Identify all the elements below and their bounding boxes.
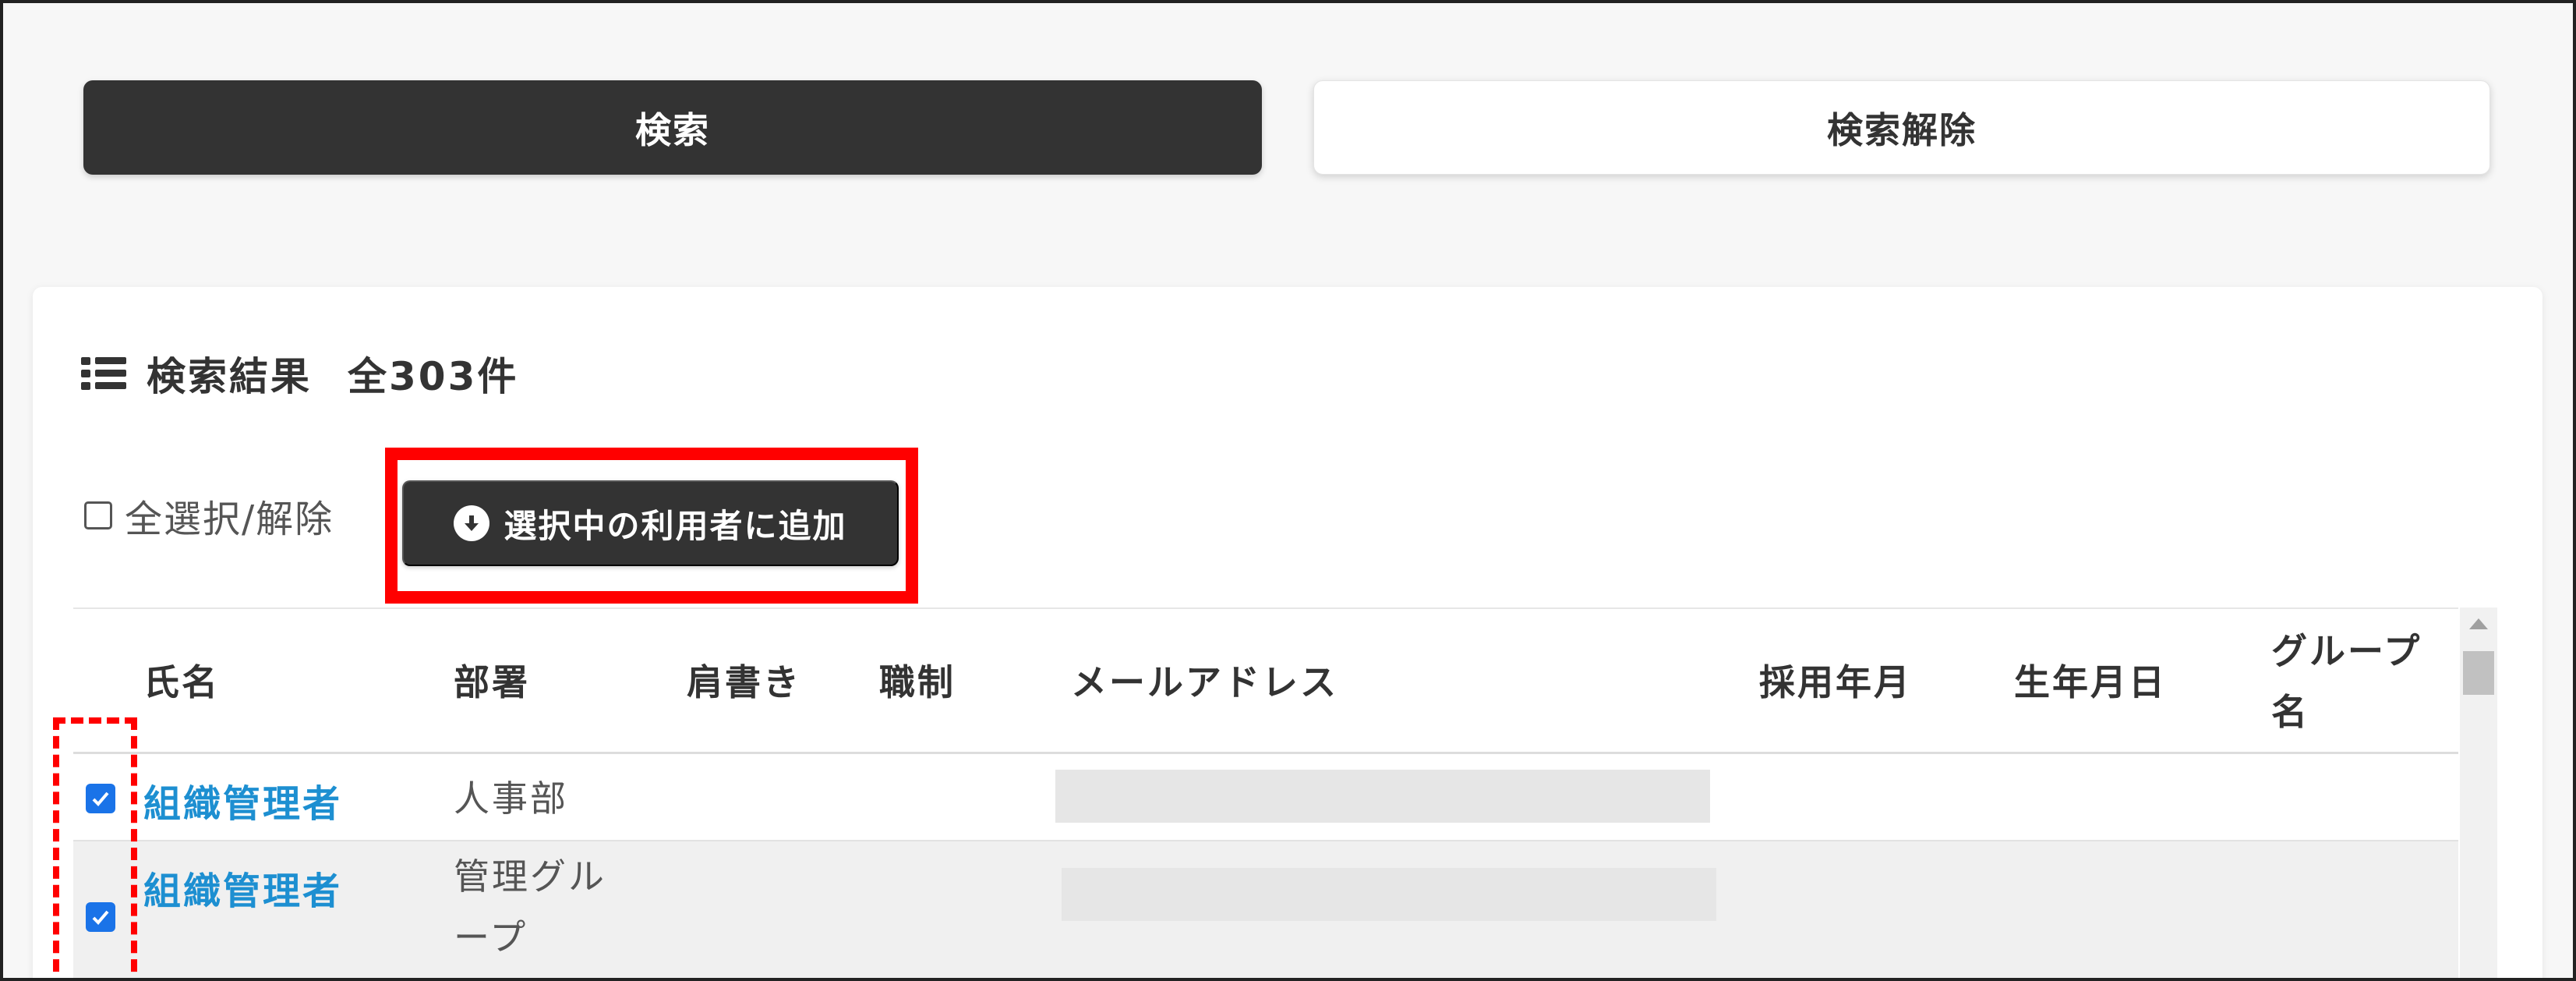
department-line2: ープ (454, 916, 528, 958)
email-redacted (1062, 868, 1716, 921)
select-all-toggle[interactable]: 全選択/解除 (84, 490, 334, 541)
search-button[interactable]: 検索 (83, 80, 1262, 175)
results-title: 検索結果 (147, 354, 312, 399)
department-line1: 管理グル (454, 855, 606, 898)
header-hire-date[interactable]: 採用年月 (1759, 652, 1912, 713)
header-group-line2: 名 (2271, 691, 2309, 733)
header-birth-date[interactable]: 生年月日 (2014, 652, 2167, 713)
table-header: 氏名 部署 肩書き 職制 メールアドレス 採用年月 生年月日 グループ 名 (73, 607, 2458, 754)
select-all-label: 全選択/解除 (125, 498, 334, 541)
list-icon (81, 356, 126, 391)
header-position[interactable]: 職制 (879, 652, 956, 713)
highlight-dashed-box (53, 717, 137, 978)
email-redacted (1055, 770, 1710, 823)
scroll-up-arrow-icon[interactable] (2469, 618, 2488, 629)
header-name[interactable]: 氏名 (143, 652, 220, 713)
department-cell: 管理グル ープ (454, 846, 606, 968)
clear-search-button[interactable]: 検索解除 (1313, 80, 2490, 175)
header-department[interactable]: 部署 (454, 652, 530, 713)
vertical-scrollbar[interactable] (2460, 607, 2497, 978)
user-name-link[interactable]: 組織管理者 (143, 773, 342, 827)
results-count: 全303件 (348, 354, 519, 399)
table-row[interactable]: 組織管理者 人事部 (73, 754, 2458, 841)
results-header: 検索結果 全303件 (81, 342, 518, 405)
header-email[interactable]: メールアドレス (1071, 652, 1338, 713)
app-frame: 検索 検索解除 検索結果 全303件 全選択/解除 選択中の利用者に追加 氏名 … (0, 0, 2576, 981)
department-line1: 人事部 (454, 777, 568, 820)
user-name-link[interactable]: 組織管理者 (143, 860, 342, 915)
header-group-line1: グループ (2271, 630, 2422, 672)
results-table: 氏名 部署 肩書き 職制 メールアドレス 採用年月 生年月日 グループ 名 組織… (73, 607, 2497, 978)
header-title[interactable]: 肩書き (687, 652, 801, 713)
select-all-checkbox[interactable] (84, 501, 112, 529)
table-row[interactable]: 組織管理者 管理グル ープ (73, 841, 2458, 978)
header-group[interactable]: グループ 名 (2271, 621, 2422, 742)
highlight-box (385, 448, 918, 604)
scroll-thumb[interactable] (2463, 651, 2494, 695)
department-cell: 人事部 (454, 768, 568, 829)
